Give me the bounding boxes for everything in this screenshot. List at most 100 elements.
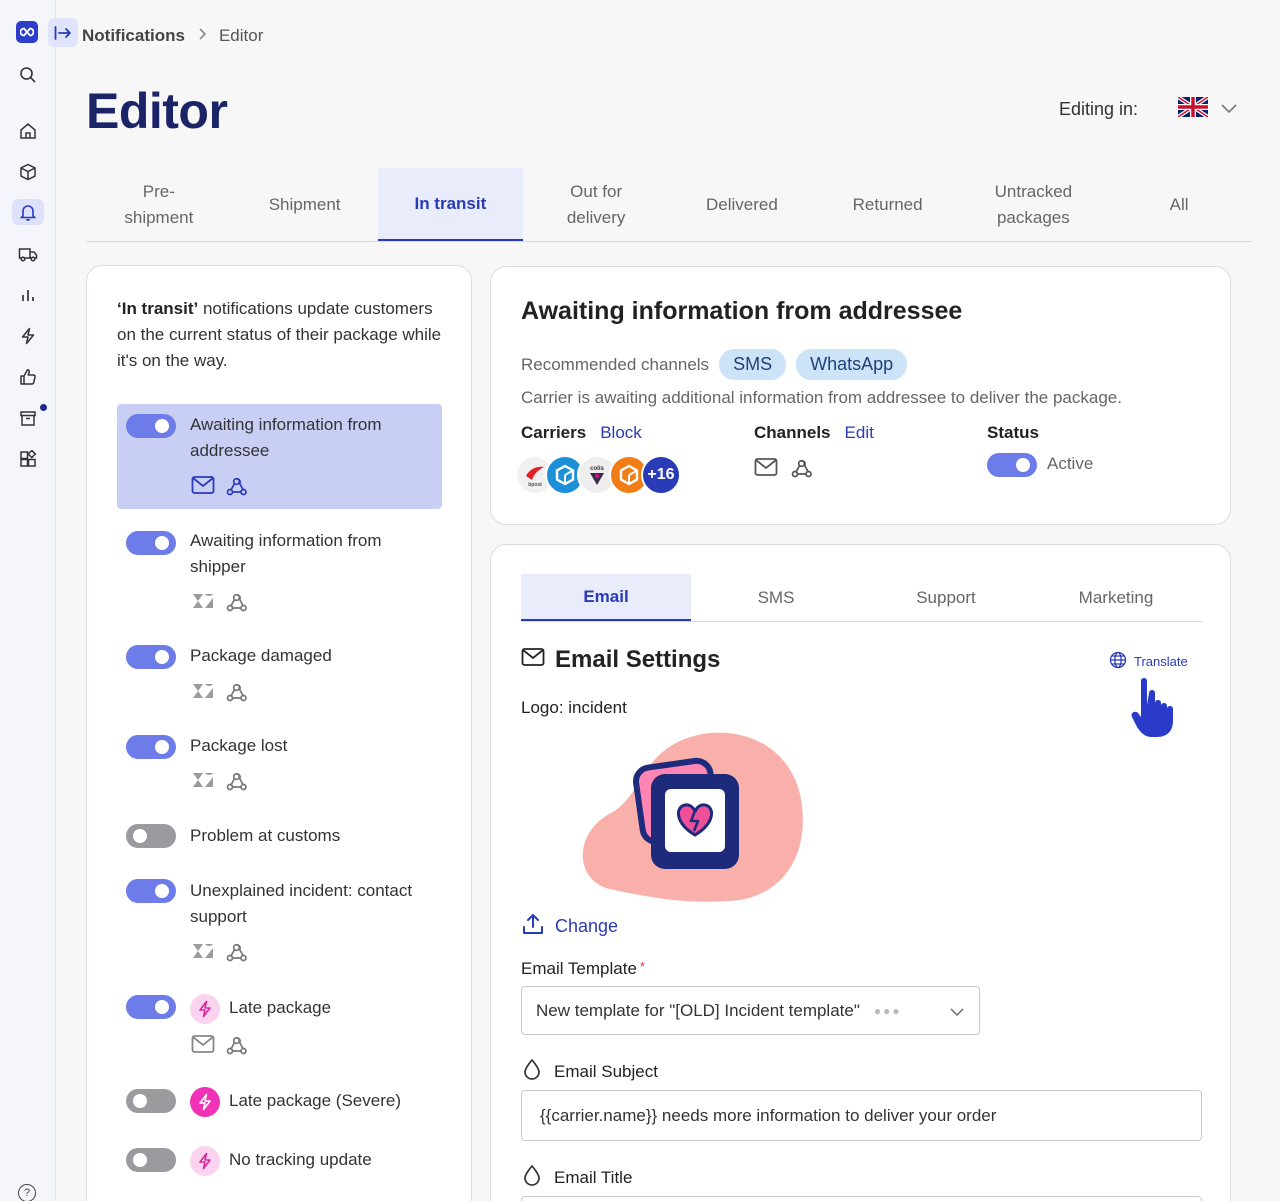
status-label: Status: [987, 423, 1039, 442]
email-template-select[interactable]: New template for "[OLD] Incident templat…: [521, 986, 980, 1035]
notification-toggle[interactable]: [126, 531, 176, 555]
thumbs-up-icon[interactable]: [17, 366, 39, 388]
notification-detail-card: Awaiting information from addressee Reco…: [490, 266, 1231, 525]
webhook-icon: [225, 681, 249, 710]
notification-toggle[interactable]: [126, 1089, 176, 1113]
edit-channels-link[interactable]: Edit: [845, 423, 874, 442]
notification-item[interactable]: No tracking update: [117, 1143, 442, 1179]
notification-item[interactable]: Awaiting information from shipper: [117, 521, 442, 621]
notification-channels: [191, 475, 249, 504]
logo-icon[interactable]: [16, 21, 38, 43]
notification-item[interactable]: Problem at customs: [117, 819, 442, 855]
home-icon[interactable]: [17, 120, 39, 142]
tab-sms[interactable]: SMS: [691, 574, 861, 621]
notification-toggle[interactable]: [126, 414, 176, 438]
tab-marketing[interactable]: Marketing: [1031, 574, 1201, 621]
package-icon[interactable]: [17, 161, 39, 183]
email-icon: [521, 646, 545, 674]
email-title-label: Email Title: [523, 1164, 632, 1191]
svg-text:colis: colis: [590, 466, 604, 472]
notification-item[interactable]: Awaiting information from addressee: [117, 404, 442, 509]
tab-shipment[interactable]: Shipment: [232, 168, 378, 241]
editing-language-label: Editing in:: [1059, 99, 1139, 119]
notification-toggle[interactable]: [126, 645, 176, 669]
archive-icon[interactable]: [17, 407, 39, 429]
notification-toggle[interactable]: [126, 995, 176, 1019]
hand-pointer-icon: [1131, 675, 1191, 744]
webhook-icon: [790, 457, 814, 486]
email-subject-input[interactable]: {{carrier.name}} needs more information …: [521, 1090, 1202, 1141]
apps-icon[interactable]: [17, 448, 39, 470]
search-icon[interactable]: [17, 64, 39, 86]
notification-item[interactable]: Package lost: [117, 728, 442, 798]
channel-chip-sms: SMS: [719, 349, 787, 380]
liquid-drop-icon: [523, 1164, 541, 1191]
bolt-icon: [190, 1087, 220, 1117]
chart-icon[interactable]: [17, 284, 39, 306]
channel-chip-whatsapp: WhatsApp: [796, 349, 908, 380]
notification-description: Carrier is awaiting additional informati…: [521, 388, 1122, 407]
help-icon[interactable]: ?: [18, 1184, 36, 1201]
bolt-icon[interactable]: [17, 325, 39, 347]
tab-out-for-delivery[interactable]: Out for delivery: [523, 168, 669, 241]
notification-toggle[interactable]: [126, 824, 176, 848]
bell-icon[interactable]: [12, 199, 44, 225]
archive-notification-dot: [40, 404, 47, 411]
notification-item[interactable]: Package damaged: [117, 638, 442, 708]
translate-button[interactable]: Translate: [1109, 651, 1188, 672]
tab-returned[interactable]: Returned: [815, 168, 961, 241]
incident-logo-image: [582, 732, 803, 902]
notification-label: Unexplained incident: contact support: [190, 881, 413, 926]
email-icon: [754, 457, 778, 486]
bolt-icon: [190, 994, 220, 1024]
svg-text:bpost: bpost: [528, 482, 542, 488]
channels-heading: Channels Edit: [754, 423, 874, 442]
tab-delivered[interactable]: Delivered: [669, 168, 815, 241]
category-tabs: Pre- shipment Shipment In transit Out fo…: [86, 168, 1252, 242]
icon-rail: ?: [0, 0, 56, 1201]
tab-all[interactable]: All: [1106, 168, 1252, 241]
notification-channels: [191, 591, 249, 620]
zendesk-icon: [191, 770, 215, 799]
upload-icon: [521, 912, 545, 941]
notification-toggle[interactable]: [126, 735, 176, 759]
zendesk-icon: [191, 591, 215, 620]
webhook-icon: [225, 941, 249, 970]
email-icon: [191, 1034, 215, 1063]
notification-item[interactable]: Late package: [117, 991, 442, 1063]
channel-settings-card: Email SMS Support Marketing Email Settin…: [490, 544, 1231, 1201]
breadcrumb-current: Editor: [218, 26, 264, 45]
tab-pre-shipment[interactable]: Pre- shipment: [86, 168, 232, 241]
email-settings-heading: Email Settings: [521, 646, 720, 674]
globe-icon: [1109, 651, 1127, 672]
carriers-heading: Carriers Block: [521, 423, 642, 442]
tab-support[interactable]: Support: [861, 574, 1031, 621]
notification-label: Awaiting information from shipper: [190, 531, 382, 576]
collapse-sidebar-button[interactable]: [48, 18, 78, 47]
change-logo-button[interactable]: Change: [521, 912, 618, 941]
bolt-icon: [190, 1146, 220, 1176]
logo-label: Logo: incident: [521, 698, 627, 717]
notification-toggle[interactable]: [126, 1148, 176, 1172]
uk-flag-icon[interactable]: [1178, 97, 1208, 117]
tab-in-transit[interactable]: In transit: [377, 168, 524, 241]
notification-item[interactable]: Late package (Severe): [117, 1084, 442, 1120]
breadcrumb-parent[interactable]: Notifications: [82, 26, 185, 46]
webhook-icon: [225, 770, 249, 799]
tab-untracked-packages[interactable]: Untracked packages: [961, 168, 1107, 241]
notification-label: Late package: [229, 998, 332, 1017]
tab-email[interactable]: Email: [521, 574, 691, 621]
carrier-logos[interactable]: bpost colis +16: [515, 455, 685, 497]
status-toggle[interactable]: [987, 453, 1037, 477]
notification-channels: [191, 681, 249, 710]
email-title-input[interactable]: [521, 1196, 1202, 1201]
truck-icon[interactable]: [17, 243, 39, 265]
notification-item[interactable]: Unexplained incident: contact support: [117, 874, 442, 974]
notification-channels: [191, 1034, 249, 1063]
chevron-down-icon[interactable]: [1220, 101, 1238, 119]
notification-toggle[interactable]: [126, 879, 176, 903]
notification-title: Awaiting information from addressee: [521, 297, 963, 325]
channel-icons: [754, 457, 814, 486]
block-carriers-link[interactable]: Block: [600, 423, 642, 442]
email-template-label: Email Template *: [521, 959, 645, 978]
